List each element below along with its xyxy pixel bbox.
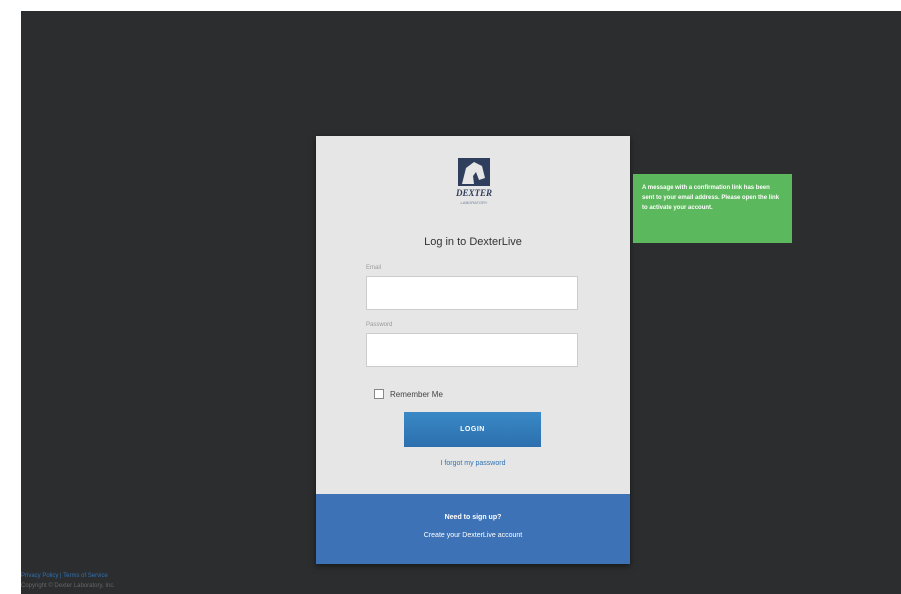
password-label: Password (366, 322, 393, 328)
page-background: DEXTER LABORATORY Log in to DexterLive E… (21, 11, 901, 594)
login-title: Log in to DexterLive (424, 236, 522, 248)
signup-question: Need to sign up? (444, 514, 502, 521)
signup-panel: Need to sign up? Create your DexterLive … (316, 494, 630, 564)
brand-name: DEXTER (455, 188, 492, 198)
login-button[interactable]: LOGIN (404, 412, 541, 447)
forgot-password-link[interactable]: I forgot my password (316, 460, 630, 467)
footer-links[interactable]: Privacy Policy | Terms of Service (21, 571, 115, 581)
create-account-link[interactable]: Create your DexterLive account (316, 532, 630, 539)
remember-label: Remember Me (390, 389, 443, 399)
email-label: Email (366, 265, 382, 271)
brand-tagline: LABORATORY (461, 200, 488, 205)
horse-head-logo-icon: DEXTER LABORATORY (452, 158, 496, 210)
password-field[interactable] (366, 333, 578, 367)
email-field[interactable] (366, 276, 578, 310)
login-card: DEXTER LABORATORY Log in to DexterLive E… (316, 136, 630, 564)
footer: Privacy Policy | Terms of Service Copyri… (21, 571, 115, 591)
footer-copyright: Copyright © Dexter Laboratory, Inc. (21, 583, 116, 589)
confirmation-notification: A message with a confirmation link has b… (633, 174, 792, 243)
remember-checkbox[interactable] (374, 389, 384, 399)
remember-me[interactable]: Remember Me (374, 389, 443, 399)
